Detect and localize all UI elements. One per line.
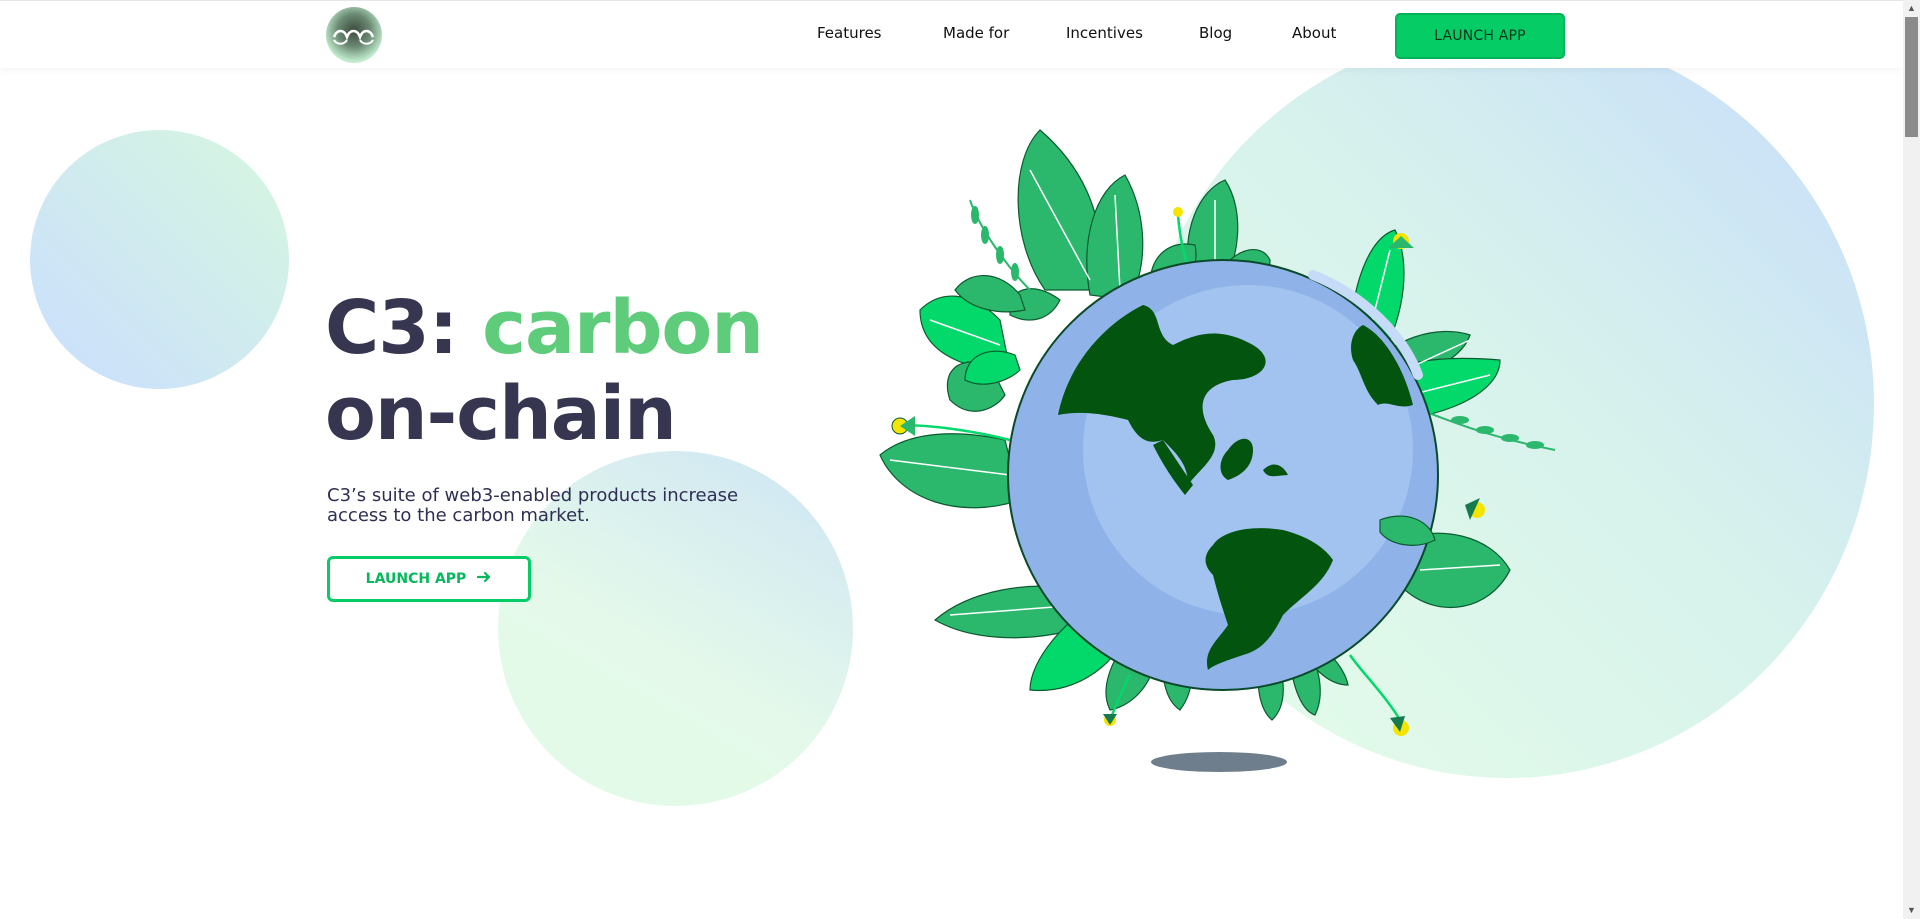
globe-illustration [879,129,1556,736]
vertical-scrollbar[interactable]: ▲ ▼ [1903,0,1920,919]
hero-launch-app-button[interactable]: LAUNCH APP [327,556,531,602]
scroll-down-arrow-icon[interactable]: ▼ [1903,902,1920,919]
page: Features Made for Incentives Blog About … [0,0,1903,919]
nav-link-incentives[interactable]: Incentives [1066,24,1143,42]
nav-menu: Features Made for Incentives Blog About [0,1,1903,69]
nav-link-made-for[interactable]: Made for [943,24,1009,42]
navbar: Features Made for Incentives Blog About … [0,0,1903,68]
launch-app-button[interactable]: LAUNCH APP [1395,13,1565,59]
hero-subtitle: C3’s suite of web3-enabled products incr… [327,485,739,526]
globe [1007,259,1439,691]
scrollbar-thumb[interactable] [1905,17,1918,137]
nav-link-features[interactable]: Features [817,24,882,42]
nav-link-about[interactable]: About [1292,24,1336,42]
scroll-up-arrow-icon[interactable]: ▲ [1903,0,1920,17]
hero-launch-app-label: LAUNCH APP [365,571,467,587]
gradient-circle-left [30,130,289,389]
nav-link-blog[interactable]: Blog [1199,24,1232,42]
arrow-right-icon [476,569,492,589]
hero-title-prefix: C3: [325,285,458,371]
hero-title: C3: carbon on-chain [325,285,764,457]
hero-title-accent: carbon [482,285,764,371]
hero-title-line2: on-chain [325,371,677,457]
